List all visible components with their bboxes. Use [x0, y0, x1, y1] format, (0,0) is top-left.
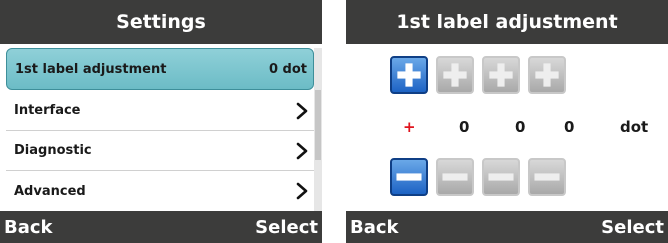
menu-item-value: 0 dot	[268, 61, 307, 77]
settings-screen: Settings 1st label adjustment 0 dot Inte…	[0, 0, 322, 243]
minus-icon	[488, 173, 514, 181]
softkey-bar: Back Select	[0, 211, 322, 243]
sign-digit: +	[403, 118, 416, 136]
back-button[interactable]: Back	[4, 217, 53, 238]
back-button[interactable]: Back	[350, 217, 399, 238]
hundreds-digit: 0	[459, 118, 470, 136]
settings-menu: 1st label adjustment 0 dot Interface Dia…	[6, 48, 314, 211]
minus-icon	[442, 173, 468, 181]
ones-minus-button[interactable]	[528, 158, 566, 196]
hundreds-minus-button[interactable]	[436, 158, 474, 196]
menu-item-1st-label-adjustment[interactable]: 1st label adjustment 0 dot	[6, 48, 314, 90]
tens-plus-button[interactable]	[482, 56, 520, 94]
plus-icon	[443, 63, 467, 87]
adjustment-value: + 0 0 0 dot	[390, 118, 666, 142]
unit-label: dot	[620, 118, 649, 136]
menu-item-label: 1st label adjustment	[15, 61, 167, 77]
sign-minus-button[interactable]	[390, 158, 428, 196]
ones-plus-button[interactable]	[528, 56, 566, 94]
tens-minus-button[interactable]	[482, 158, 520, 196]
hundreds-plus-button[interactable]	[436, 56, 474, 94]
chevron-right-icon	[296, 102, 308, 119]
ones-digit: 0	[564, 118, 575, 136]
plus-icon	[397, 63, 421, 87]
minus-icon	[396, 173, 422, 181]
settings-title: Settings	[0, 0, 322, 44]
adjustment-title: 1st label adjustment	[346, 0, 668, 44]
menu-item-label: Interface	[14, 103, 81, 118]
select-button[interactable]: Select	[255, 217, 318, 238]
tens-digit: 0	[515, 118, 526, 136]
plus-icon	[535, 63, 559, 87]
menu-item-label: Diagnostic	[14, 143, 92, 158]
plus-icon	[489, 63, 513, 87]
menu-item-interface[interactable]: Interface	[6, 91, 314, 131]
select-button[interactable]: Select	[601, 217, 664, 238]
menu-item-diagnostic[interactable]: Diagnostic	[6, 131, 314, 171]
chevron-right-icon	[296, 142, 308, 159]
decrement-buttons-row	[390, 158, 596, 198]
minus-icon	[534, 173, 560, 181]
increment-buttons-row	[390, 56, 596, 96]
chevron-right-icon	[296, 182, 308, 200]
label-adjustment-screen: 1st label adjustment + 0 0 0 dot Back Se…	[346, 0, 668, 243]
menu-item-label: Advanced	[14, 183, 86, 199]
scrollbar-thumb[interactable]	[315, 90, 321, 160]
menu-item-advanced[interactable]: Advanced	[6, 171, 314, 211]
softkey-bar: Back Select	[346, 211, 668, 243]
sign-plus-button[interactable]	[390, 56, 428, 94]
